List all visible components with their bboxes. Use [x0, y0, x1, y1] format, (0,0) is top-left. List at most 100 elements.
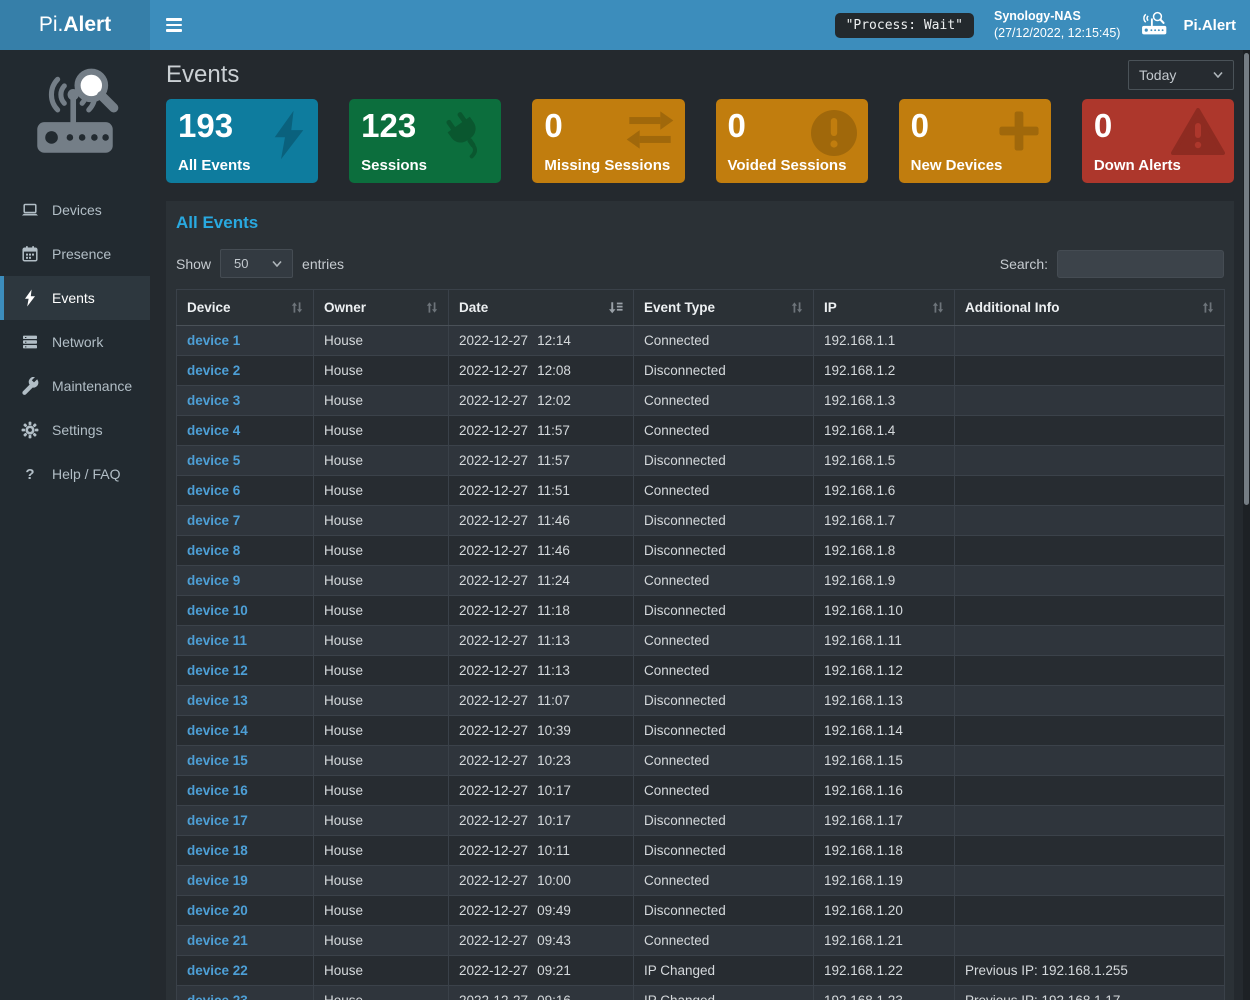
- search-label: Search:: [1000, 256, 1048, 272]
- additional-info-cell: Previous IP: 192.168.1.17: [955, 986, 1225, 1000]
- table-row: device 22 House 2022-12-2709:21 IP Chang…: [177, 956, 1225, 986]
- date-value: 2022-12-27: [459, 633, 528, 648]
- event-type-cell: Disconnected: [634, 896, 814, 926]
- additional-info-cell: [955, 596, 1225, 626]
- stat-card-sessions[interactable]: 123 Sessions: [349, 99, 501, 183]
- device-link[interactable]: device 12: [187, 663, 248, 678]
- device-link[interactable]: device 18: [187, 843, 248, 858]
- network-icon: [21, 333, 39, 351]
- period-select[interactable]: Today: [1128, 60, 1234, 90]
- stat-card-missing-sessions[interactable]: 0 Missing Sessions: [532, 99, 684, 183]
- device-link[interactable]: device 3: [187, 393, 240, 408]
- date-cell: 2022-12-2711:13: [449, 626, 634, 656]
- device-link[interactable]: device 4: [187, 423, 240, 438]
- table-row: device 19 House 2022-12-2710:00 Connecte…: [177, 866, 1225, 896]
- stat-card-down-alerts[interactable]: 0 Down Alerts: [1082, 99, 1234, 183]
- event-type-cell: Disconnected: [634, 806, 814, 836]
- date-value: 2022-12-27: [459, 903, 528, 918]
- date-cell: 2022-12-2711:13: [449, 656, 634, 686]
- stat-card-all-events[interactable]: 193 All Events: [166, 99, 318, 183]
- table-header-row: Device Owner Date Event Type IP Addition…: [177, 290, 1225, 326]
- sort-icon: [291, 301, 303, 314]
- page-length-select[interactable]: 50: [220, 249, 293, 278]
- app-link[interactable]: Pi.Alert: [1140, 11, 1238, 39]
- date-value: 2022-12-27: [459, 543, 528, 558]
- event-type-cell: Connected: [634, 326, 814, 356]
- device-cell: device 11: [177, 626, 314, 656]
- device-link[interactable]: device 15: [187, 753, 248, 768]
- scrollbar-thumb[interactable]: [1244, 53, 1249, 505]
- device-cell: device 14: [177, 716, 314, 746]
- stat-card-voided-sessions[interactable]: 0 Voided Sessions: [716, 99, 868, 183]
- device-link[interactable]: device 11: [187, 633, 247, 648]
- device-link[interactable]: device 22: [187, 963, 248, 978]
- column-header-additional-info[interactable]: Additional Info: [955, 290, 1225, 326]
- page-title: Events: [166, 61, 239, 89]
- event-type-cell: Connected: [634, 386, 814, 416]
- date-value: 2022-12-27: [459, 873, 528, 888]
- device-link[interactable]: device 9: [187, 573, 240, 588]
- device-link[interactable]: device 5: [187, 453, 240, 468]
- sidebar-item-settings[interactable]: Settings: [0, 408, 150, 452]
- device-link[interactable]: device 14: [187, 723, 248, 738]
- device-cell: device 7: [177, 506, 314, 536]
- device-link[interactable]: device 23: [187, 993, 248, 1000]
- stat-card-new-devices[interactable]: 0 New Devices: [899, 99, 1051, 183]
- warning-triangle-icon: [1171, 108, 1225, 161]
- device-link[interactable]: device 6: [187, 483, 240, 498]
- device-link[interactable]: device 10: [187, 603, 248, 618]
- brand-logo[interactable]: Pi.Alert: [0, 0, 150, 50]
- sidebar-item-label: Network: [52, 334, 103, 350]
- date-value: 2022-12-27: [459, 603, 528, 618]
- device-cell: device 12: [177, 656, 314, 686]
- additional-info-cell: [955, 656, 1225, 686]
- device-link[interactable]: device 20: [187, 903, 248, 918]
- nas-name: Synology-NAS: [994, 8, 1121, 25]
- column-header-device[interactable]: Device: [177, 290, 314, 326]
- device-link[interactable]: device 2: [187, 363, 240, 378]
- additional-info-cell: Previous IP: 192.168.1.255: [955, 956, 1225, 986]
- device-link[interactable]: device 13: [187, 693, 248, 708]
- sidebar-item-help[interactable]: ? Help / FAQ: [0, 452, 150, 496]
- column-header-date[interactable]: Date: [449, 290, 634, 326]
- event-type-cell: Connected: [634, 416, 814, 446]
- sidebar-item-presence[interactable]: Presence: [0, 232, 150, 276]
- stat-label: Missing Sessions: [544, 157, 670, 174]
- owner-cell: House: [314, 626, 449, 656]
- exclamation-circle-icon: [809, 108, 859, 163]
- owner-cell: House: [314, 506, 449, 536]
- entries-label: entries: [302, 256, 344, 272]
- device-link[interactable]: device 17: [187, 813, 248, 828]
- sidebar-item-events[interactable]: Events: [0, 276, 150, 320]
- time-value: 11:46: [537, 543, 570, 558]
- search-input[interactable]: [1057, 250, 1224, 278]
- page-length-value: 50: [234, 256, 248, 271]
- device-link[interactable]: device 19: [187, 873, 248, 888]
- owner-cell: House: [314, 836, 449, 866]
- device-cell: device 19: [177, 866, 314, 896]
- stat-label: Sessions: [361, 157, 427, 174]
- column-header-ip[interactable]: IP: [814, 290, 955, 326]
- device-link[interactable]: device 21: [187, 933, 248, 948]
- table-row: device 21 House 2022-12-2709:43 Connecte…: [177, 926, 1225, 956]
- ip-cell: 192.168.1.6: [814, 476, 955, 506]
- device-link[interactable]: device 16: [187, 783, 248, 798]
- sidebar-item-devices[interactable]: Devices: [0, 188, 150, 232]
- hamburger-menu-icon[interactable]: [156, 7, 192, 43]
- time-value: 11:13: [537, 663, 570, 678]
- show-label: Show: [176, 256, 211, 272]
- ip-cell: 192.168.1.4: [814, 416, 955, 446]
- column-header-event-type[interactable]: Event Type: [634, 290, 814, 326]
- ip-cell: 192.168.1.20: [814, 896, 955, 926]
- table-row: device 1 House 2022-12-2712:14 Connected…: [177, 326, 1225, 356]
- date-cell: 2022-12-2711:57: [449, 446, 634, 476]
- sidebar-item-maintenance[interactable]: Maintenance: [0, 364, 150, 408]
- device-link[interactable]: device 8: [187, 543, 240, 558]
- column-header-owner[interactable]: Owner: [314, 290, 449, 326]
- device-link[interactable]: device 7: [187, 513, 240, 528]
- device-cell: device 5: [177, 446, 314, 476]
- owner-cell: House: [314, 926, 449, 956]
- date-value: 2022-12-27: [459, 753, 528, 768]
- device-link[interactable]: device 1: [187, 333, 240, 348]
- sidebar-item-network[interactable]: Network: [0, 320, 150, 364]
